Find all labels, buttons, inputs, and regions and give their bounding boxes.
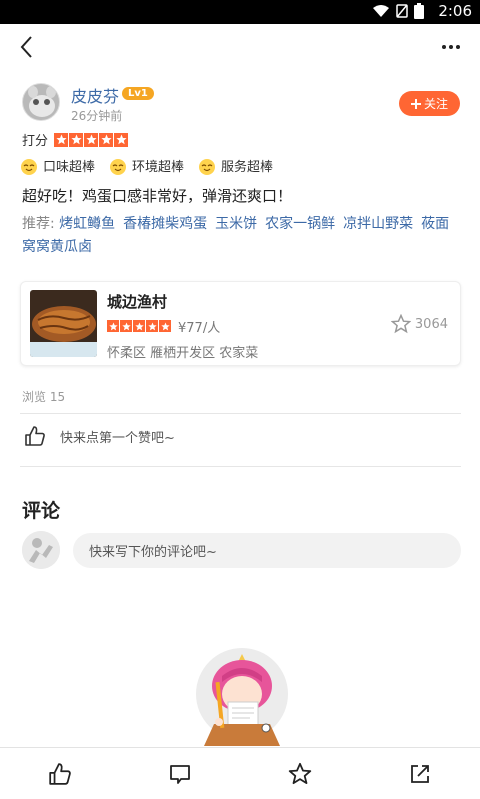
star-icon	[54, 132, 69, 147]
post-time: 26分钟前	[71, 109, 123, 123]
shop-price: ¥77/人	[178, 321, 221, 336]
star-icon	[114, 132, 129, 147]
favorite-count: 3064	[414, 316, 448, 332]
my-avatar	[22, 531, 60, 569]
dish-link[interactable]: 玉米饼	[215, 216, 257, 232]
share-icon	[411, 764, 429, 783]
divider	[20, 466, 461, 467]
wifi-icon	[373, 5, 389, 17]
like-button[interactable]	[30, 754, 90, 794]
rating-stars	[54, 132, 129, 147]
star-icon	[69, 132, 84, 147]
grilled-fish-image	[30, 290, 97, 357]
recommended-dishes: 推荐: 烤虹鳟鱼 香椿摊柴鸡蛋 玉米饼 农家一锅鲜 凉拌山野菜 莜面窝窝黄瓜卤	[22, 213, 462, 259]
shop-card[interactable]: 城边渔村 ¥77/人 怀柔区 雁栖开发区 农家菜 3064	[20, 281, 461, 366]
comment-icon	[170, 764, 190, 784]
favorite-button[interactable]	[270, 754, 330, 794]
dish-link[interactable]: 凉拌山野菜	[343, 216, 413, 232]
more-dots-icon	[442, 45, 446, 49]
like-row[interactable]: 快来点第一个赞吧~	[24, 425, 175, 447]
shop-photo	[30, 290, 97, 357]
star-icon	[84, 132, 99, 147]
star-icon	[120, 320, 132, 332]
smile-face-icon	[110, 158, 127, 175]
plus-icon	[410, 98, 421, 109]
follow-button[interactable]: 关注	[399, 91, 460, 116]
back-button[interactable]	[14, 32, 44, 62]
browse-count: 浏览 15	[22, 390, 66, 404]
tag-taste: 口味超棒	[20, 156, 95, 175]
tag-environment: 环境超棒	[109, 156, 184, 175]
shop-rating-stars	[107, 320, 171, 332]
recommend-label: 推荐:	[22, 216, 55, 232]
default-avatar-icon	[22, 531, 60, 569]
review-text: 超好吃！鸡蛋口感非常好，弹滑还爽口！	[22, 187, 293, 205]
tag-service: 服务超棒	[198, 156, 273, 175]
more-dot	[456, 45, 460, 49]
rating-row: 打分	[22, 130, 129, 149]
thumbs-up-icon	[49, 762, 71, 785]
star-icon	[146, 320, 158, 332]
avatar[interactable]	[22, 83, 60, 121]
share-button[interactable]	[390, 754, 450, 794]
more-dot	[449, 45, 453, 49]
like-prompt: 快来点第一个赞吧~	[60, 430, 175, 446]
shop-name: 城边渔村	[107, 293, 168, 311]
star-icon	[99, 132, 114, 147]
more-button[interactable]	[436, 32, 466, 62]
user-avatar-image	[23, 84, 59, 120]
comments-title: 评论	[22, 500, 61, 522]
thumbs-up-icon	[25, 426, 45, 446]
comment-button[interactable]	[150, 754, 210, 794]
girl-writing-illustration	[196, 648, 288, 746]
dish-link[interactable]: 香椿摊柴鸡蛋	[123, 216, 207, 232]
battery-icon	[414, 3, 424, 19]
back-arrow-icon	[20, 36, 32, 58]
star-icon	[107, 320, 119, 332]
star-icon	[288, 762, 312, 784]
shop-favorite-button[interactable]: 3064	[390, 314, 448, 334]
bottom-action-bar	[0, 747, 480, 799]
star-icon	[133, 320, 145, 332]
rating-label: 打分	[22, 134, 49, 149]
comment-placeholder: 快来写下你的评论吧~	[89, 545, 217, 560]
star-outline-icon	[390, 314, 411, 334]
navigation-bar	[0, 24, 480, 70]
level-badge: Lv1	[122, 87, 154, 100]
empty-comments-illustration	[192, 646, 290, 746]
status-icons	[372, 3, 424, 19]
no-sim-icon	[396, 4, 408, 18]
dish-link[interactable]: 农家一锅鲜	[265, 216, 335, 232]
divider	[20, 413, 461, 414]
comment-input[interactable]: 快来写下你的评论吧~	[73, 533, 461, 568]
clock: 2:06	[438, 2, 472, 20]
shop-location: 怀柔区 雁栖开发区 农家菜	[107, 346, 259, 361]
tag-label: 服务超棒	[221, 160, 274, 175]
star-icon	[159, 320, 171, 332]
dish-link[interactable]: 烤虹鳟鱼	[59, 216, 115, 232]
smile-face-icon	[199, 158, 216, 175]
smile-face-icon	[21, 158, 37, 175]
status-bar: 2:06	[0, 0, 480, 24]
tag-label: 环境超棒	[132, 160, 185, 175]
review-tags: 口味超棒 环境超棒 服务超棒	[20, 156, 273, 175]
username[interactable]: 皮皮芬	[71, 83, 119, 107]
tag-label: 口味超棒	[43, 160, 96, 175]
follow-label: 关注	[423, 97, 448, 111]
